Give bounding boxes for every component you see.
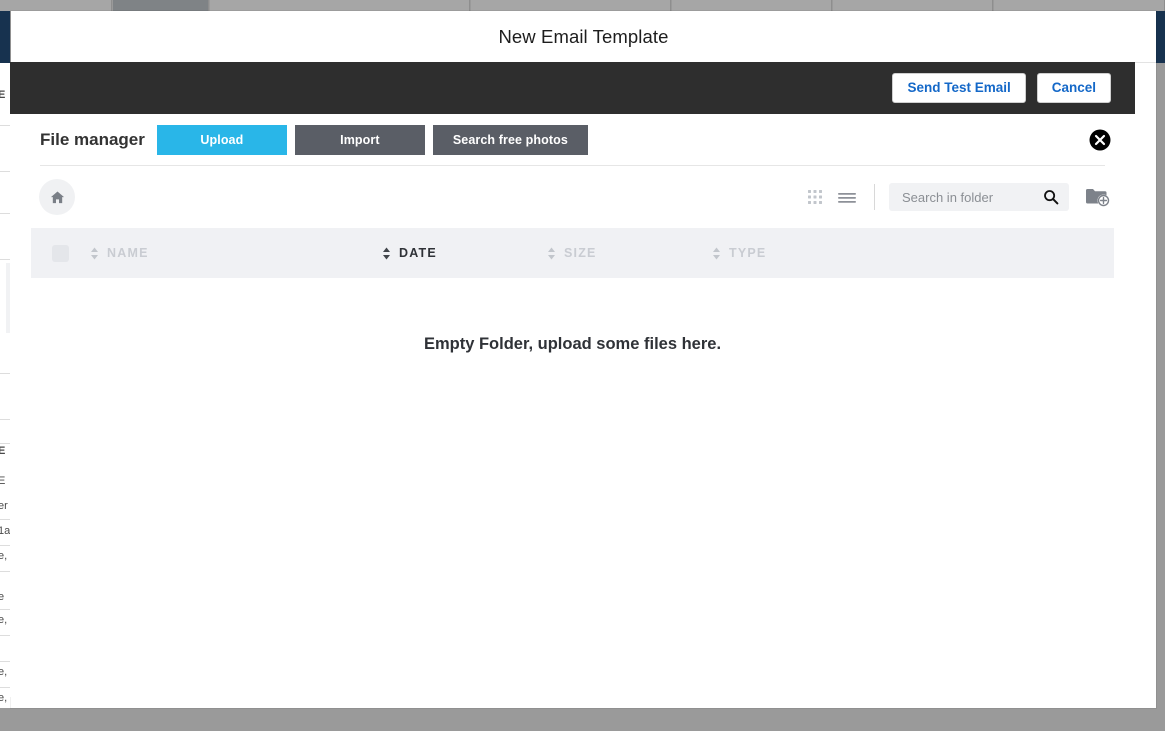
column-header-label: DATE bbox=[399, 246, 437, 260]
page-title: New Email Template bbox=[498, 25, 669, 47]
file-table-body: Empty Folder, upload some files here. bbox=[31, 278, 1114, 658]
file-manager-toolbar bbox=[10, 166, 1135, 228]
file-manager-panel: File manager Upload Import Search free p… bbox=[10, 114, 1135, 697]
import-button[interactable]: Import bbox=[294, 124, 425, 155]
file-table-header: NAME DATE SIZE TYPE bbox=[31, 228, 1114, 278]
background-glyph: e, bbox=[0, 666, 8, 678]
empty-folder-message: Empty Folder, upload some files here. bbox=[423, 335, 722, 353]
screen: E E E er 1a e, e e, e, e, New Email Temp… bbox=[0, 0, 1165, 731]
select-all-checkbox[interactable] bbox=[52, 244, 69, 262]
browser-tab-active[interactable] bbox=[113, 0, 209, 11]
column-header-size[interactable]: SIZE bbox=[547, 246, 712, 260]
browser-tab[interactable] bbox=[833, 0, 993, 11]
column-header-label: TYPE bbox=[729, 246, 767, 260]
toolbar-divider bbox=[874, 184, 875, 210]
search-icon[interactable] bbox=[1043, 189, 1059, 210]
background-app-navbar-right bbox=[1156, 11, 1165, 63]
background-glyph: e, bbox=[0, 550, 8, 562]
close-icon[interactable] bbox=[1089, 129, 1111, 151]
browser-tab[interactable] bbox=[471, 0, 671, 11]
search-in-folder[interactable] bbox=[889, 183, 1069, 211]
list-view-icon[interactable] bbox=[834, 184, 860, 210]
upload-button[interactable]: Upload bbox=[156, 124, 287, 155]
sort-arrows-icon bbox=[382, 247, 391, 260]
background-glyph: e, bbox=[0, 614, 8, 626]
background-glyph: 1a bbox=[0, 525, 11, 537]
search-free-photos-button[interactable]: Search free photos bbox=[432, 124, 588, 155]
modal-title-bar: New Email Template bbox=[11, 11, 1156, 63]
column-header-type[interactable]: TYPE bbox=[712, 246, 766, 260]
sort-arrows-icon bbox=[90, 247, 99, 260]
background-app-navbar-left bbox=[0, 11, 10, 63]
column-header-label: NAME bbox=[107, 246, 149, 260]
browser-tab[interactable] bbox=[994, 0, 1165, 11]
new-folder-icon[interactable] bbox=[1085, 186, 1111, 208]
file-manager-header: File manager Upload Import Search free p… bbox=[10, 114, 1135, 165]
background-glyph: e, bbox=[0, 692, 8, 704]
sort-arrows-icon bbox=[712, 247, 721, 260]
background-page-right-edge bbox=[1156, 63, 1165, 708]
background-glyph: E bbox=[0, 475, 6, 487]
column-header-label: SIZE bbox=[564, 246, 597, 260]
background-glyph: E bbox=[0, 445, 6, 457]
background-glyph: er bbox=[0, 500, 8, 512]
grid-view-icon[interactable] bbox=[802, 184, 828, 210]
background-glyph: E bbox=[0, 89, 6, 101]
browser-tab[interactable] bbox=[0, 0, 112, 11]
column-header-name[interactable]: NAME bbox=[90, 246, 382, 260]
column-header-date[interactable]: DATE bbox=[382, 246, 547, 260]
browser-tab[interactable] bbox=[210, 0, 470, 11]
browser-tab[interactable] bbox=[672, 0, 832, 11]
home-icon[interactable] bbox=[39, 179, 75, 215]
background-page-bottom-edge bbox=[0, 708, 1165, 731]
cancel-button[interactable]: Cancel bbox=[1036, 73, 1111, 103]
file-manager-title: File manager bbox=[40, 129, 145, 149]
browser-tab-strip bbox=[0, 0, 1165, 11]
modal-action-bar: Send Test Email Cancel bbox=[10, 62, 1135, 114]
search-input[interactable] bbox=[900, 188, 1040, 206]
background-glyph: e bbox=[0, 591, 5, 603]
sort-arrows-icon bbox=[547, 247, 556, 260]
send-test-email-button[interactable]: Send Test Email bbox=[892, 73, 1026, 103]
